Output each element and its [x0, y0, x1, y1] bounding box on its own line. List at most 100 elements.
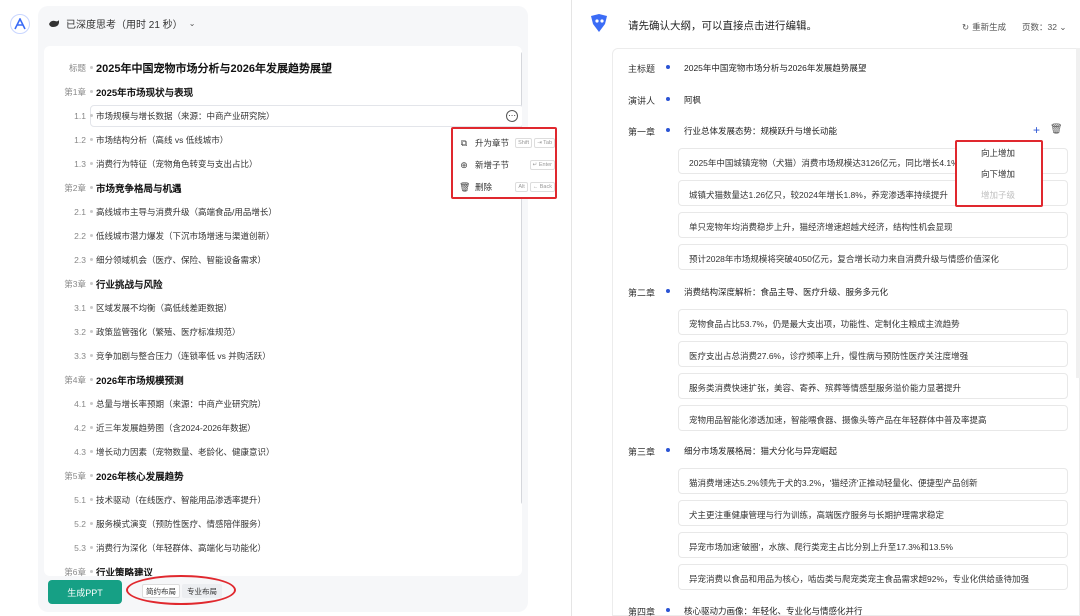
outline-text[interactable]: 2025年市场现状与表现: [96, 85, 193, 99]
outline-item[interactable]: 2.1 高线城市主导与消费升级（高端食品/用品增长）: [44, 200, 514, 224]
outline-point[interactable]: 宠物用品智能化渗透加速，智能喂食器、摄像头等产品在年轻群体中普及率提高: [678, 405, 1068, 431]
outline-item[interactable]: 2.3 细分领域机会（医疗、保险、智能设备需求）: [44, 248, 514, 272]
bullet-dot: [90, 258, 93, 261]
add-below-item[interactable]: 向下增加: [981, 168, 1015, 180]
bullet-dot: [666, 128, 670, 132]
add-child-item: 增加子级: [981, 190, 1016, 200]
outline-item[interactable]: 3.2 政策监管强化（繁殖、医疗标准规范）: [44, 320, 514, 344]
outline-chapter[interactable]: 第1章 2025年市场现状与表现: [44, 80, 514, 104]
outline-text[interactable]: 总量与增长率预期（来源：中商产业研究院）: [96, 398, 266, 410]
bullet-dot: [666, 289, 670, 293]
outline-text[interactable]: 消费行为深化（年轻群体、高端化与功能化）: [96, 542, 266, 554]
outline-text[interactable]: 政策监管强化（繁殖、医疗标准规范）: [96, 326, 241, 338]
chapter-title[interactable]: 核心驱动力画像：年轻化、专业化与情感化并行: [684, 605, 863, 616]
promote-icon: ⧉: [460, 137, 468, 148]
bullet-dot: [90, 306, 93, 309]
outline-index: 2.1: [74, 207, 86, 217]
layout-simple[interactable]: 简约布局: [142, 584, 180, 598]
add-icon[interactable]: +: [1033, 123, 1040, 137]
outline-point[interactable]: 单只宠物年均消费稳步上升，猫经济增速超越犬经济，结构性机会显现: [678, 212, 1068, 238]
outline-item[interactable]: 5.2 服务模式演变（预防性医疗、情感陪伴服务）: [44, 512, 514, 536]
outline-chapter[interactable]: 第2章 市场竞争格局与机遇: [44, 176, 514, 200]
deep-think-label: 已深度思考（用时 21 秒）: [66, 20, 183, 31]
outline-text[interactable]: 2026年核心发展趋势: [96, 469, 184, 483]
outline-item[interactable]: 4.3 增长动力因素（宠物数量、老龄化、健康意识）: [44, 440, 514, 464]
bullet-dot: [90, 162, 93, 165]
context-menu-item[interactable]: ⊕ 新增子节 ↵ Enter: [459, 155, 555, 175]
outline-text[interactable]: 市场结构分析（高线 vs 低线城市）: [96, 134, 228, 146]
outline-item[interactable]: 5.1 技术驱动（在线医疗、智能用品渗透率提升）: [44, 488, 514, 512]
chapter-title[interactable]: 消费结构深度解析：食品主导、医疗升级、服务多元化: [684, 286, 888, 298]
outline-item[interactable]: 1.1 市场规模与增长数据（来源：中商产业研究院）: [44, 104, 514, 128]
bullet-dot: [90, 570, 93, 573]
outline-chapter[interactable]: 第4章 2026年市场规模预测: [44, 368, 514, 392]
outline-text[interactable]: 增长动力因素（宠物数量、老龄化、健康意识）: [96, 446, 275, 458]
bullet-dot: [90, 186, 93, 189]
outline-point[interactable]: 犬主更注重健康管理与行为训练，高端医疗服务与长期护理需求稳定: [678, 500, 1068, 526]
chapter-title[interactable]: 细分市场发展格局：猫犬分化与异宠崛起: [684, 445, 837, 457]
outline-chapter[interactable]: 第6章 行业策略建议: [44, 560, 514, 576]
outline-index: 2.2: [74, 231, 86, 241]
outline-title[interactable]: 标题 2025年中国宠物市场分析与2026年发展趋势展望: [44, 56, 514, 80]
outline-text[interactable]: 竞争加剧与整合压力（连锁率低 vs 并购活跃）: [96, 350, 271, 362]
outline-text[interactable]: 消费行为特征（宠物角色转变与支出占比）: [96, 158, 258, 170]
outline-text[interactable]: 服务模式演变（预防性医疗、情感陪伴服务）: [96, 518, 266, 530]
outline-text[interactable]: 市场规模与增长数据（来源：中商产业研究院）: [96, 110, 275, 122]
layout-professional[interactable]: 专业布局: [182, 584, 222, 598]
outline-text[interactable]: 近三年发展趋势图（含2024-2026年数据）: [96, 422, 256, 434]
outline-point[interactable]: 猫消费增速达5.2%领先于犬的3.2%，'猫经济'正推动轻量化、便捷型产品创新: [678, 468, 1068, 494]
outline-text[interactable]: 行业策略建议: [96, 565, 153, 576]
outline-text[interactable]: 技术驱动（在线医疗、智能用品渗透率提升）: [96, 494, 266, 506]
outline-point[interactable]: 宠物食品占比53.7%，仍是最大支出项，功能性、定制化主粮成主流趋势: [678, 309, 1068, 335]
outline-item[interactable]: 4.2 近三年发展趋势图（含2024-2026年数据）: [44, 416, 514, 440]
outline-text[interactable]: 2026年市场规模预测: [96, 373, 184, 387]
speaker-value[interactable]: 阿枫: [684, 94, 701, 106]
app-logo[interactable]: [10, 14, 30, 34]
outline-item[interactable]: 1.3 消费行为特征（宠物角色转变与支出占比）: [44, 152, 514, 176]
outline-point[interactable]: 服务类消费快速扩张，美容、寄养、殡葬等情感型服务溢价能力显著提升: [678, 373, 1068, 399]
outline-point[interactable]: 预计2028年市场规模将突破4050亿元，复合增长动力来自消费升级与情感价值深化: [678, 244, 1068, 270]
outline-item[interactable]: 2.2 低线城市潜力爆发（下沉市场增速与渠道创新）: [44, 224, 514, 248]
outline-chapter[interactable]: 第5章 2026年核心发展趋势: [44, 464, 514, 488]
chevron-down-icon: ⌄: [188, 19, 196, 28]
outline-item[interactable]: 3.3 竞争加剧与整合压力（连锁率低 vs 并购活跃）: [44, 344, 514, 368]
assistant-logo-icon: [591, 14, 607, 32]
chapter-label: 第四章: [628, 607, 656, 616]
outline-text[interactable]: 细分领域机会（医疗、保险、智能设备需求）: [96, 254, 266, 266]
whale-icon: [49, 19, 59, 27]
outline-text[interactable]: 高线城市主导与消费升级（高端食品/用品增长）: [96, 206, 277, 218]
context-menu-item[interactable]: ⧉ 升为章节 Shift ⇥ Tab: [459, 133, 555, 153]
chapter-title[interactable]: 行业总体发展态势：规模跃升与增长动能: [684, 125, 837, 137]
outline-point[interactable]: 异宠消费以食品和用品为核心，啮齿类与爬宠类宠主食品需求超92%，专业化供给亟待加…: [678, 564, 1068, 590]
add-above-item[interactable]: 向上增加: [981, 147, 1015, 159]
outline-item[interactable]: 1.2 市场结构分析（高线 vs 低线城市）: [44, 128, 514, 152]
page-count[interactable]: 页数：32 ⌄: [1022, 21, 1066, 33]
outline-chapter[interactable]: 第3章 行业挑战与风险: [44, 272, 514, 296]
outline-point[interactable]: 医疗支出占总消费27.6%，诊疗频率上升，慢性病与预防性医疗关注度增强: [678, 341, 1068, 367]
generate-ppt-button[interactable]: 生成PPT: [48, 580, 122, 604]
outline-item[interactable]: 5.3 消费行为深化（年轻群体、高端化与功能化）: [44, 536, 514, 560]
shortcut-keys: Shift ⇥ Tab: [515, 138, 555, 148]
point-text: 宠物食品占比53.7%，仍是最大支出项，功能性、定制化主粮成主流趋势: [689, 319, 960, 329]
deep-think-toggle[interactable]: 已深度思考（用时 21 秒） ⌄: [48, 16, 195, 31]
point-text: 异宠消费以食品和用品为核心，啮齿类与爬宠类宠主食品需求超92%，专业化供给亟待加…: [689, 574, 1030, 584]
outline-text[interactable]: 市场竞争格局与机遇: [96, 181, 182, 195]
outline-text[interactable]: 行业挑战与风险: [96, 277, 163, 291]
outline-text[interactable]: 2025年中国宠物市场分析与2026年发展趋势展望: [96, 60, 332, 76]
editor-scrollbar[interactable]: [1076, 48, 1080, 378]
outline-item[interactable]: 4.1 总量与增长率预期（来源：中商产业研究院）: [44, 392, 514, 416]
regenerate-button[interactable]: ↻ 重新生成: [962, 21, 1006, 33]
title-value[interactable]: 2025年中国宠物市场分析与2026年发展趋势展望: [684, 62, 866, 74]
context-menu-item[interactable]: 🗑 删除 Alt ← Back: [459, 177, 555, 197]
outline-text[interactable]: 低线城市潜力爆发（下沉市场增速与渠道创新）: [96, 230, 275, 242]
point-text: 城镇犬猫数量达1.26亿只，较2024年增长1.8%，养宠渗透率持续提升: [689, 190, 948, 200]
layout-toggle: 简约布局 专业布局: [126, 575, 236, 605]
trash-icon[interactable]: 🗑: [1050, 124, 1063, 135]
chevron-down-icon: ⌄: [1059, 22, 1067, 32]
bullet-dot: [90, 210, 93, 213]
add-child-icon: ⊕: [460, 159, 468, 170]
outline-item[interactable]: 3.1 区域发展不均衡（高低线差距数据）: [44, 296, 514, 320]
outline-text[interactable]: 区域发展不均衡（高低线差距数据）: [96, 302, 232, 314]
outline-point[interactable]: 异宠市场加速'破圈'，水族、爬行类宠主占比分别上升至17.3%和13.5%: [678, 532, 1068, 558]
bullet-dot: [90, 234, 93, 237]
